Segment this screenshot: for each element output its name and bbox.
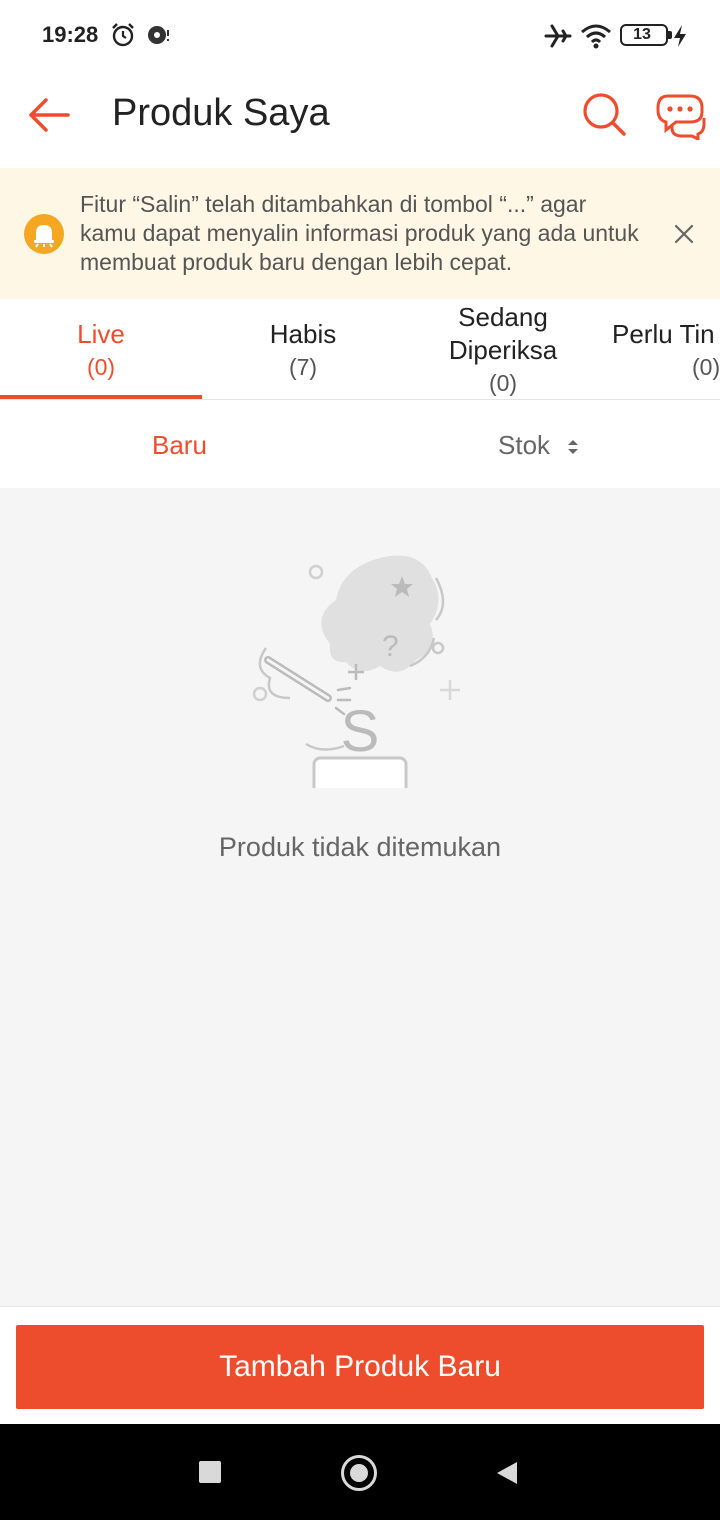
tab-habis[interactable]: Habis (7): [202, 299, 404, 399]
vpn-icon: [148, 26, 169, 44]
top-app-bar: Produk Saya: [0, 70, 720, 166]
sort-stock-button[interactable]: Stok: [498, 430, 579, 461]
notice-text: Fitur “Salin” telah ditambahkan di tombo…: [80, 191, 639, 275]
sort-new-button[interactable]: Baru: [152, 430, 207, 461]
empty-illustration-letter: S: [340, 699, 380, 764]
tab-count: (0): [86, 354, 116, 380]
tab-label: Habis: [269, 319, 337, 349]
back-arrow-icon[interactable]: [24, 90, 74, 140]
tab-label: Perlu Tin: [612, 319, 715, 349]
tab-perlu-tindakan[interactable]: Perlu Tin (0): [612, 299, 720, 399]
tab-count: (7): [288, 354, 318, 380]
bottom-action-bar: Tambah Produk Baru: [0, 1306, 720, 1424]
product-list-area: ? S Produk tidak ditemukan: [0, 488, 720, 1306]
sort-bar: Baru Stok: [0, 400, 720, 488]
alarm-icon: [112, 23, 134, 47]
feature-notice-banner: Fitur “Salin” telah ditambahkan di tombo…: [0, 168, 720, 299]
search-icon[interactable]: [580, 90, 628, 138]
tab-count: (0): [692, 354, 720, 380]
svg-text:?: ?: [382, 630, 399, 663]
active-tab-indicator: [0, 395, 202, 399]
status-time: 19:28: [42, 22, 99, 47]
sort-arrows-icon: [568, 440, 579, 455]
tab-sedang-diperiksa[interactable]: Sedang Diperiksa (0): [404, 299, 602, 399]
battery-level: 13: [633, 26, 651, 43]
tab-label: Sedang Diperiksa: [448, 302, 558, 365]
empty-state-message: Produk tidak ditemukan: [218, 832, 502, 862]
tab-live[interactable]: Live (0): [0, 299, 202, 399]
sort-stock-label: Stok: [498, 430, 551, 460]
page-title: Produk Saya: [112, 92, 330, 134]
home-icon-dot: [350, 1464, 368, 1482]
wifi-icon: [581, 24, 611, 49]
tab-label: Live: [77, 319, 125, 349]
battery-icon: 13: [620, 24, 668, 46]
recent-apps-icon[interactable]: [199, 1461, 221, 1483]
nav-back-icon[interactable]: [495, 1460, 519, 1486]
system-navigation-bar: [0, 1424, 720, 1520]
add-new-product-button[interactable]: Tambah Produk Baru: [16, 1325, 704, 1409]
home-icon[interactable]: [341, 1455, 377, 1491]
airplane-icon: [544, 24, 572, 48]
close-icon[interactable]: [670, 220, 698, 248]
chat-icon[interactable]: [652, 92, 706, 140]
status-bar: 19:28 13: [0, 0, 720, 70]
product-status-tabs: Live (0) Habis (7) Sedang Diperiksa (0) …: [0, 299, 720, 400]
charging-icon: [674, 25, 686, 47]
bell-icon: [24, 214, 64, 254]
tab-count: (0): [488, 370, 518, 396]
